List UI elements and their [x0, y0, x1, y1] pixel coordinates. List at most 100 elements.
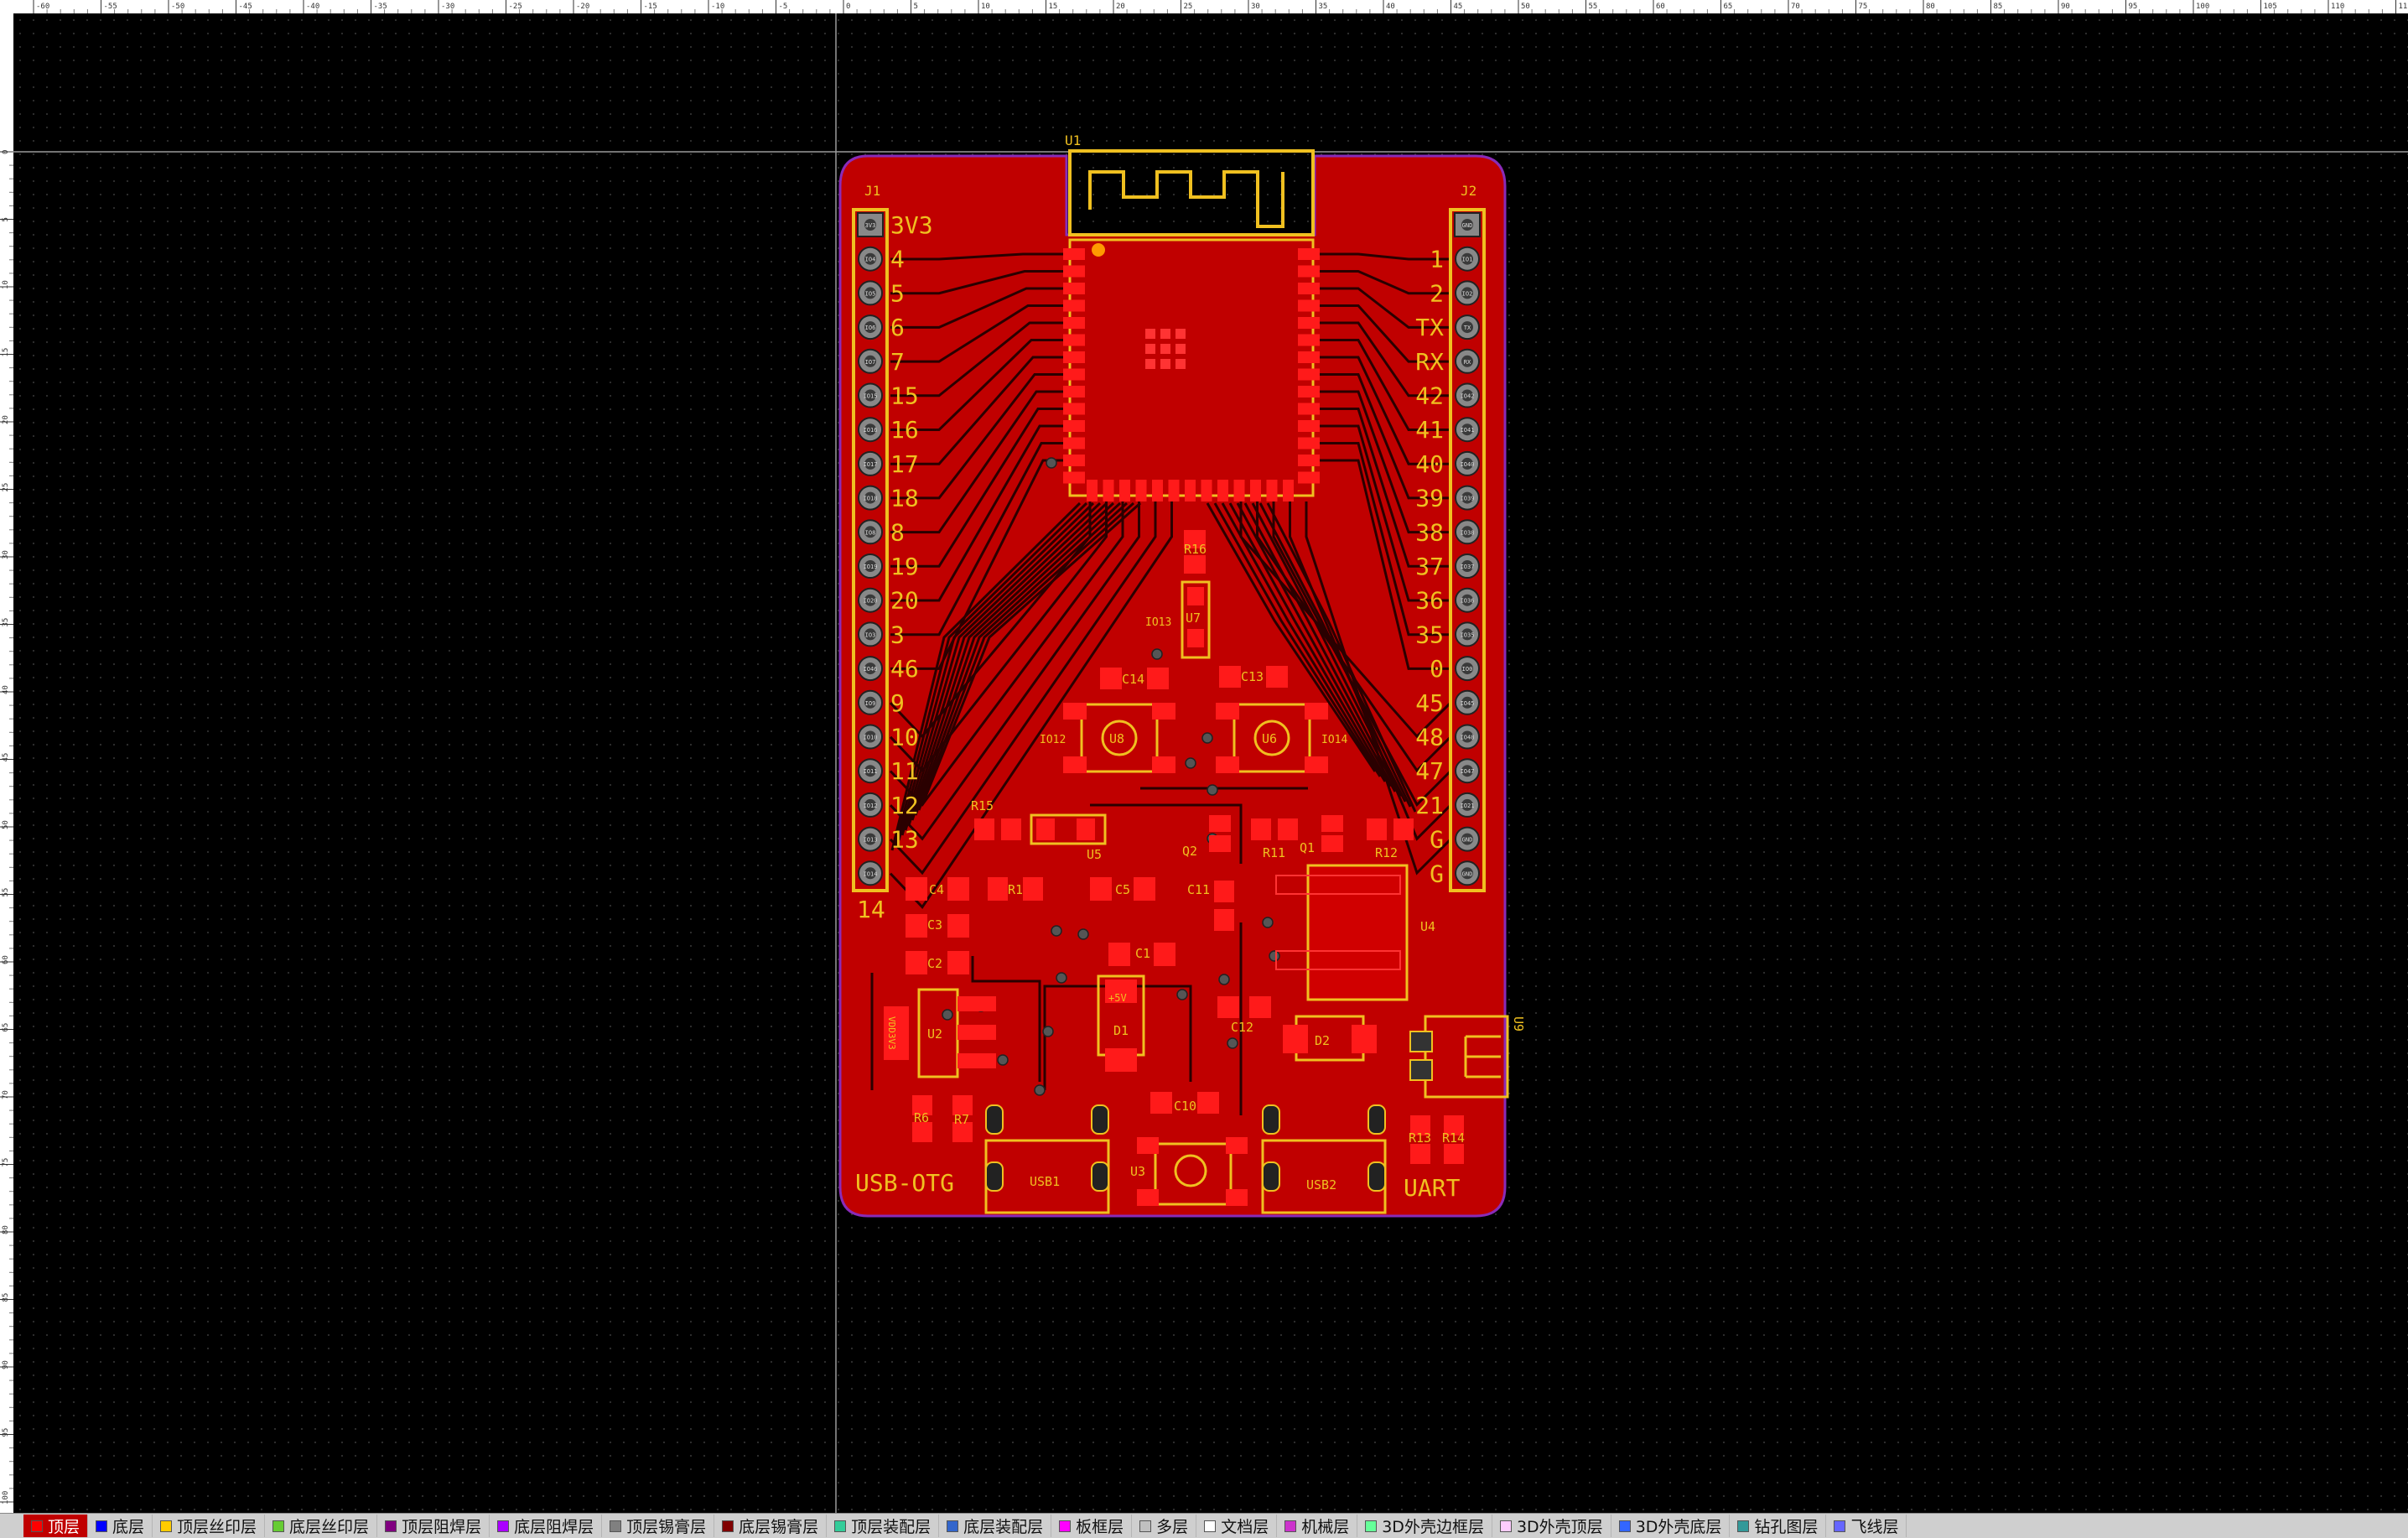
module-pad: [1298, 438, 1320, 449]
ruler-label: -25: [509, 3, 522, 11]
ruler-label: 35: [1319, 3, 1328, 11]
ruler-label: 40: [2, 685, 10, 694]
vdd3v3-label: VDD3V3: [886, 1016, 897, 1050]
j2-pin-label: 21: [1415, 792, 1444, 819]
component-r16[interactable]: R16: [1184, 530, 1207, 574]
j2-pin-label: 2: [1430, 279, 1444, 307]
layer-tab[interactable]: 钻孔图层: [1730, 1515, 1826, 1537]
ruler-label: 85: [1994, 3, 2003, 11]
ruler-label: 75: [1859, 3, 1868, 11]
j2-pin[interactable]: IO2: [1456, 281, 1479, 304]
layer-color-swatch: [31, 1520, 43, 1532]
j1-pad-mark: IO11: [864, 768, 878, 775]
layer-tab[interactable]: 顶层: [23, 1515, 88, 1537]
horizontal-ruler: -60-55-50-45-40-35-30-25-20-15-10-505101…: [0, 0, 2408, 13]
ruler-label: 0: [846, 3, 850, 11]
j2-pad-mark: GND: [1462, 870, 1473, 877]
ruler-label: 65: [2, 1023, 10, 1032]
ruler-label: 60: [2, 955, 10, 964]
layer-tab[interactable]: 多层: [1132, 1515, 1196, 1537]
layer-tab[interactable]: 底层锡膏层: [714, 1515, 827, 1537]
j2-pin[interactable]: GND: [1455, 213, 1480, 236]
j2-pin[interactable]: IO47: [1456, 759, 1479, 782]
j2-pin[interactable]: TX: [1456, 315, 1479, 339]
j2-pad-mark: GND: [1462, 837, 1473, 844]
j2-pin[interactable]: IO38: [1456, 520, 1479, 543]
layer-tab[interactable]: 底层阻焊层: [490, 1515, 602, 1537]
ruler-label: 60: [1656, 3, 1665, 11]
j2-pad-mark: IO36: [1461, 598, 1475, 605]
layer-tab[interactable]: 飞线层: [1826, 1515, 1907, 1537]
ruler-label: 55: [1589, 3, 1598, 11]
j2-pad-mark: IO40: [1461, 461, 1475, 468]
layer-tab[interactable]: 机械层: [1277, 1515, 1357, 1537]
layer-tab[interactable]: 3D外壳边框层: [1357, 1515, 1492, 1537]
ruler-label: 90: [2061, 3, 2070, 11]
layer-tab[interactable]: 底层: [88, 1515, 153, 1537]
module-pad: [1063, 266, 1085, 278]
j2-pad-mark: IO41: [1461, 427, 1475, 434]
component-r13[interactable]: R13: [1409, 1115, 1431, 1164]
esp-module[interactable]: U1: [1063, 132, 1320, 501]
layer-label: 钻孔图层: [1754, 1515, 1818, 1537]
j2-pin[interactable]: RX: [1456, 350, 1479, 373]
j2-pin[interactable]: IO45: [1456, 691, 1479, 714]
j2-pin[interactable]: IO35: [1456, 622, 1479, 646]
layer-tab[interactable]: 底层丝印层: [265, 1515, 377, 1537]
layer-tab[interactable]: 3D外壳底层: [1611, 1515, 1731, 1537]
layer-tab[interactable]: 板框层: [1051, 1515, 1132, 1537]
d2-label: D2: [1315, 1033, 1330, 1048]
d1-plus5v: +5V: [1108, 992, 1127, 1004]
module-pad: [1063, 300, 1085, 312]
c14-label: C14: [1122, 672, 1144, 687]
module-pad: [1063, 472, 1085, 484]
module-pad: [1298, 351, 1320, 363]
j2-pin[interactable]: IO0: [1456, 657, 1479, 680]
j1-pin-label: 10: [890, 724, 919, 751]
r7-label: R7: [954, 1112, 969, 1127]
layer-tab[interactable]: 顶层阻焊层: [377, 1515, 490, 1537]
layer-tab[interactable]: 3D外壳顶层: [1492, 1515, 1611, 1537]
j2-pin[interactable]: IO37: [1456, 554, 1479, 578]
layer-tab[interactable]: 顶层丝印层: [153, 1515, 265, 1537]
layer-color-swatch: [1204, 1520, 1216, 1532]
j2-pad-mark: TX: [1464, 325, 1471, 331]
j1-pin-label: 16: [890, 416, 919, 444]
layer-label: 底层: [112, 1515, 144, 1537]
j1-pad-mark: IO15: [864, 393, 878, 400]
j2-pin-label: G: [1430, 826, 1444, 854]
j2-pin[interactable]: IO48: [1456, 725, 1479, 749]
j2-pin-label: RX: [1415, 348, 1444, 376]
j1-pin-label: 8: [890, 518, 905, 546]
j2-pin[interactable]: GND: [1456, 861, 1479, 885]
j2-pin[interactable]: IO40: [1456, 452, 1479, 475]
c1-label: C1: [1135, 946, 1150, 961]
layer-tab[interactable]: 顶层装配层: [827, 1515, 939, 1537]
j1-pin[interactable]: 3V33V3: [858, 211, 933, 239]
j2-pin[interactable]: IO41: [1456, 418, 1479, 441]
j2-pin[interactable]: GND: [1456, 828, 1479, 851]
j1-pad-mark: IO13: [864, 837, 878, 844]
j2-pin[interactable]: IO39: [1456, 486, 1479, 510]
module-pad: [1298, 317, 1320, 329]
j2-pin[interactable]: IO36: [1456, 589, 1479, 612]
j2-pin[interactable]: IO21: [1456, 793, 1479, 817]
j2-pin-label: G: [1430, 860, 1444, 887]
layer-color-swatch: [722, 1520, 734, 1532]
module-pad: [1063, 455, 1085, 466]
layer-tab[interactable]: 顶层锡膏层: [602, 1515, 714, 1537]
j2-pin-label: 42: [1415, 382, 1444, 410]
j2-pad-mark: IO39: [1461, 496, 1475, 502]
pcb-canvas[interactable]: U1 J1 3V33V3IO44IO55IO66IO77IO1515IO1616…: [13, 13, 2408, 1513]
c4-label: C4: [929, 882, 944, 897]
j2-pin[interactable]: IO42: [1456, 384, 1479, 408]
j2-pin[interactable]: IO1: [1456, 247, 1479, 271]
module-pad: [1169, 480, 1180, 501]
c10-label: C10: [1174, 1099, 1196, 1114]
layer-tab[interactable]: 文档层: [1196, 1515, 1277, 1537]
component-r14[interactable]: R14: [1442, 1115, 1465, 1164]
j1-pin-label: 3V3: [890, 211, 933, 239]
layer-label: 文档层: [1221, 1515, 1269, 1537]
pcb-board[interactable]: U1 J1 3V33V3IO44IO55IO66IO77IO1515IO1616…: [13, 13, 2408, 1513]
layer-tab[interactable]: 底层装配层: [939, 1515, 1051, 1537]
